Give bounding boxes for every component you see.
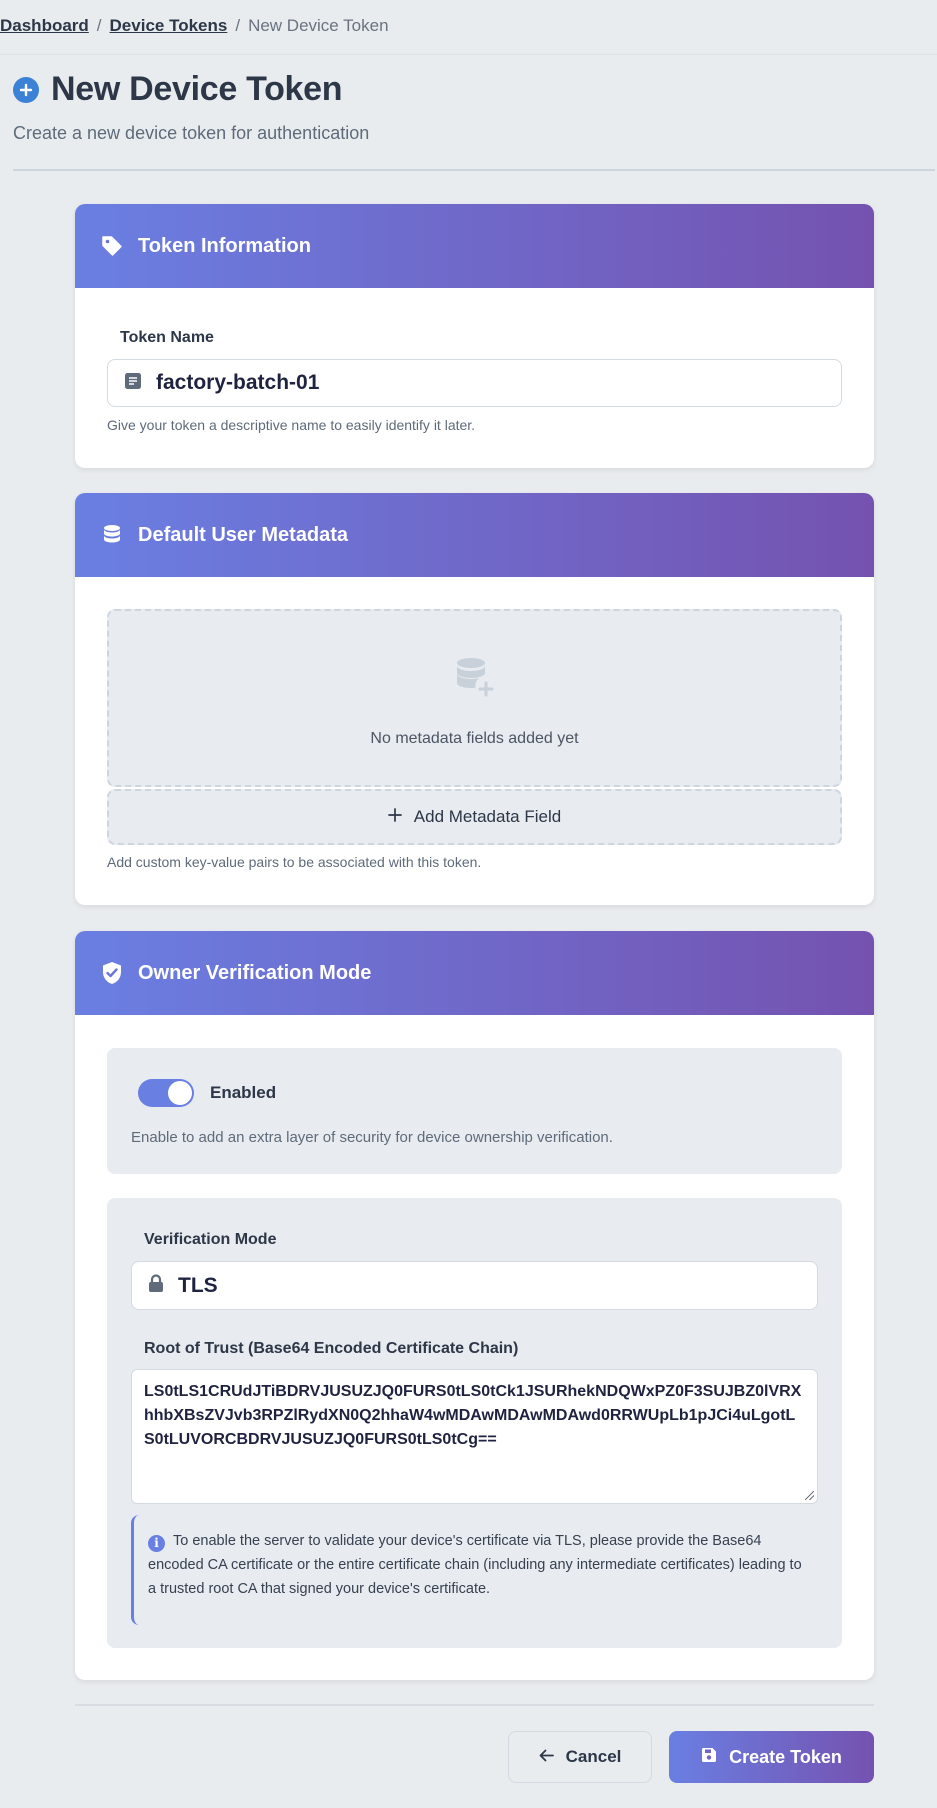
plus-icon: [387, 807, 402, 827]
token-information-card: Token Information Token Name factory-bat…: [75, 204, 874, 468]
create-token-button[interactable]: Create Token: [669, 1731, 874, 1783]
info-icon: i: [148, 1534, 165, 1552]
add-metadata-field-button[interactable]: Add Metadata Field: [107, 789, 842, 845]
token-name-value: factory-batch-01: [156, 371, 320, 394]
page-header: New Device Token Create a new device tok…: [13, 70, 369, 144]
resize-handle[interactable]: [805, 1491, 814, 1500]
toggle-knob: [168, 1081, 192, 1105]
breadcrumb-current: New Device Token: [248, 16, 389, 35]
tls-info-text: To enable the server to validate your de…: [148, 1533, 802, 1597]
verification-toggle-panel: Enabled Enable to add an extra layer of …: [107, 1048, 842, 1174]
root-of-trust-value: LS0tLS1CRUdJTiBDRVJUSUZJQ0FURS0tLS0tCk1J…: [144, 1383, 802, 1448]
card-title: Default User Metadata: [138, 523, 349, 546]
card-title: Owner Verification Mode: [138, 961, 372, 984]
token-name-hint: Give your token a descriptive name to ea…: [107, 417, 476, 433]
toggle-label: Enabled: [210, 1083, 277, 1102]
token-name-label: Token Name: [120, 329, 214, 346]
breadcrumb-device-tokens-link[interactable]: Device Tokens: [110, 16, 228, 36]
verification-settings-panel: Verification Mode TLS Root of Trust (Bas…: [107, 1198, 842, 1648]
cancel-label: Cancel: [565, 1747, 622, 1766]
page-subtitle: Create a new device token for authentica…: [13, 123, 370, 143]
card-header: Owner Verification Mode: [75, 931, 874, 1015]
database-plus-icon: [454, 657, 496, 702]
plus-circle-icon: [13, 76, 39, 103]
metadata-empty-text: No metadata fields added yet: [370, 730, 579, 747]
footer-divider: [75, 1704, 874, 1706]
document-icon: [124, 372, 142, 395]
breadcrumb: Dashboard / Device Tokens / New Device T…: [0, 14, 389, 38]
shield-check-icon: [100, 961, 124, 985]
card-title: Token Information: [138, 234, 311, 257]
root-of-trust-label: Root of Trust (Base64 Encoded Certificat…: [144, 1340, 519, 1357]
token-name-input[interactable]: factory-batch-01: [107, 359, 842, 407]
database-icon: [100, 523, 124, 547]
lock-icon: [148, 1273, 164, 1298]
verification-mode-value: TLS: [178, 1273, 218, 1297]
breadcrumb-dashboard-link[interactable]: Dashboard: [0, 16, 89, 36]
create-token-label: Create Token: [729, 1746, 842, 1767]
card-header: Token Information: [75, 204, 874, 288]
metadata-empty-state: No metadata fields added yet: [107, 609, 842, 787]
metadata-hint: Add custom key-value pairs to be associa…: [107, 854, 482, 870]
owner-verification-mode-card: Owner Verification Mode Enabled Enable t…: [75, 931, 874, 1680]
verification-mode-label: Verification Mode: [144, 1231, 277, 1248]
header-divider: [13, 169, 935, 171]
toggle-hint: Enable to add an extra layer of security…: [131, 1129, 613, 1146]
cancel-button[interactable]: Cancel: [508, 1731, 652, 1783]
save-icon: [701, 1747, 717, 1768]
breadcrumb-separator: /: [96, 16, 102, 35]
add-metadata-label: Add Metadata Field: [413, 807, 562, 826]
page-title: New Device Token: [51, 70, 343, 108]
tag-icon: [100, 234, 124, 258]
tls-info-callout: i To enable the server to validate your d…: [131, 1515, 818, 1625]
default-user-metadata-card: Default User Metadata No metadata fields…: [75, 493, 874, 905]
arrow-left-icon: [539, 1747, 554, 1767]
breadcrumb-separator: /: [235, 16, 241, 35]
card-header: Default User Metadata: [75, 493, 874, 577]
verification-toggle[interactable]: [138, 1079, 194, 1107]
root-of-trust-textarea[interactable]: LS0tLS1CRUdJTiBDRVJUSUZJQ0FURS0tLS0tCk1J…: [131, 1369, 818, 1504]
verification-mode-select[interactable]: TLS: [131, 1261, 818, 1310]
top-divider: [0, 54, 937, 55]
